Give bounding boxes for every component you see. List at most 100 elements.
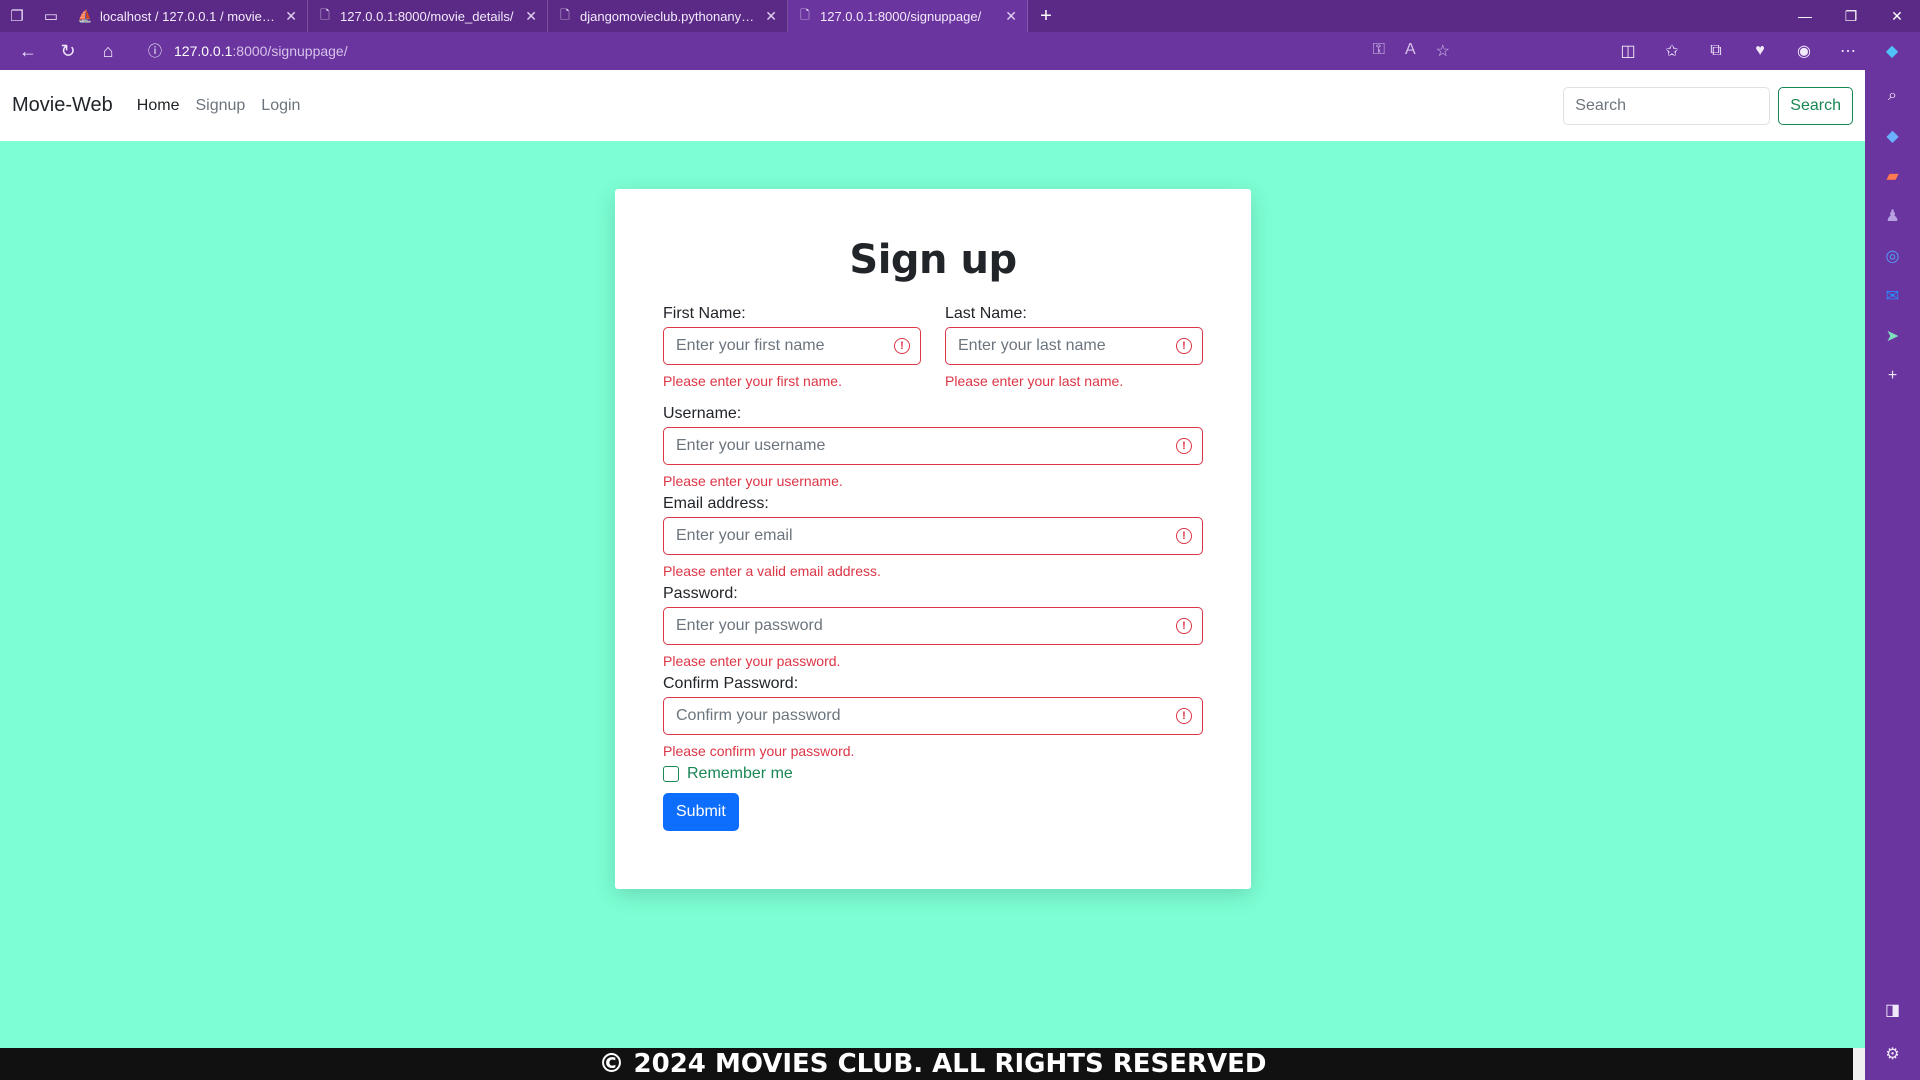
error-icon: !	[1176, 618, 1192, 634]
workspaces-icon[interactable]: ❐	[0, 0, 34, 32]
drop-icon[interactable]: ➤	[1873, 316, 1913, 356]
phpmyadmin-icon: ⛵	[77, 9, 93, 23]
last-name-label: Last Name:	[945, 305, 1027, 322]
password-input[interactable]	[663, 607, 1203, 645]
browser-tool-icons: ◫ ✩ ⧉ ♥ ◉ ⋯ ◆	[1606, 32, 1914, 70]
first-name-group: First Name: ! Please enter your first na…	[663, 305, 921, 393]
error-icon: !	[1176, 528, 1192, 544]
back-icon[interactable]: ←	[8, 32, 48, 70]
key-icon[interactable]: ⚿	[1373, 41, 1385, 61]
close-icon[interactable]: ✕	[525, 8, 537, 25]
error-icon: !	[1176, 438, 1192, 454]
first-name-error: Please enter your first name.	[663, 373, 842, 389]
last-name-input[interactable]	[945, 327, 1203, 365]
search-icon[interactable]: ⌕	[1873, 76, 1913, 116]
first-name-label: First Name:	[663, 305, 746, 322]
close-window-icon[interactable]: ✕	[1874, 0, 1920, 32]
browser-toolbar: ← ↻ ⌂ ⓘ 127.0.0.1:8000/signuppage/ ⚿ A ☆…	[0, 32, 1920, 70]
page-title: Sign up	[849, 237, 1017, 283]
web-page: Movie-Web Home Signup Login Search Sign …	[0, 70, 1865, 1080]
outlook-icon[interactable]: ✉	[1873, 276, 1913, 316]
nav-link-home[interactable]: Home	[137, 97, 180, 115]
tab-title: localhost / 127.0.0.1 / movies_db	[100, 8, 278, 24]
nav-links: Home Signup Login	[137, 97, 301, 115]
site-footer: © 2024 MOVIES CLUB. ALL RIGHTS RESERVED	[0, 1048, 1865, 1080]
performance-icon[interactable]: ♥	[1738, 32, 1782, 70]
confirm-password-label: Confirm Password:	[663, 675, 799, 692]
brand-logo[interactable]: Movie-Web	[12, 94, 113, 117]
search-form: Search	[1563, 86, 1853, 125]
search-input[interactable]	[1563, 86, 1771, 125]
url-host: 127.0.0.1	[174, 43, 233, 59]
tools-briefcase-icon[interactable]: ▰	[1873, 156, 1913, 196]
tab-actions-icon[interactable]: ▭	[34, 0, 68, 32]
confirm-password-input[interactable]	[663, 697, 1203, 735]
tab-title: 127.0.0.1:8000/signuppage/	[820, 8, 982, 24]
browser-tab-strip: ❐ ▭ ⛵ localhost / 127.0.0.1 / movies_db …	[0, 0, 1920, 32]
username-error: Please enter your username.	[663, 473, 843, 489]
tab-title: djangomovieclub.pythonanywhere	[580, 8, 758, 24]
email-group: Email address: ! Please enter a valid em…	[663, 495, 1203, 583]
url-path: :8000/signuppage/	[232, 43, 348, 59]
games-icon[interactable]: ♟	[1873, 196, 1913, 236]
page-icon: 🗋	[320, 7, 330, 22]
favorites-icon[interactable]: ✩	[1650, 32, 1694, 70]
remember-me-label[interactable]: Remember me	[687, 765, 793, 783]
tab-title: 127.0.0.1:8000/movie_details/	[340, 8, 514, 24]
close-icon[interactable]: ✕	[1005, 8, 1017, 25]
collections-icon[interactable]: ⧉	[1694, 32, 1738, 70]
refresh-icon[interactable]: ↻	[48, 32, 88, 70]
site-info-icon[interactable]: ⓘ	[148, 41, 162, 61]
browser-tab-movie-details[interactable]: 🗋 127.0.0.1:8000/movie_details/ ✕	[308, 0, 548, 32]
profile-avatar-icon[interactable]: ◉	[1782, 32, 1826, 70]
password-group: Password: ! Please enter your password.	[663, 585, 1203, 673]
search-button[interactable]: Search	[1778, 86, 1853, 125]
password-label: Password:	[663, 585, 738, 602]
shopping-tag-icon[interactable]: ◆	[1873, 116, 1913, 156]
window-controls: — ❐ ✕	[1782, 0, 1920, 32]
edge-sidebar: ⌕ ◆ ▰ ♟ ◎ ✉ ➤ + ◨ ⚙	[1865, 70, 1920, 1080]
page-icon: 🗋	[560, 7, 570, 22]
hide-sidebar-icon[interactable]: ◨	[1873, 990, 1913, 1030]
sidebar-settings-icon[interactable]: ⚙	[1873, 1034, 1913, 1074]
email-input[interactable]	[663, 517, 1203, 555]
signup-card: Sign up First Name: ! Please enter your …	[615, 189, 1251, 889]
email-error: Please enter a valid email address.	[663, 563, 881, 579]
last-name-error: Please enter your last name.	[945, 373, 1124, 389]
more-menu-icon[interactable]: ⋯	[1826, 32, 1870, 70]
address-bar[interactable]: ⓘ 127.0.0.1:8000/signuppage/ ⚿ A ☆	[134, 36, 1464, 66]
split-screen-icon[interactable]: ◫	[1606, 32, 1650, 70]
error-icon: !	[894, 338, 910, 354]
last-name-group: Last Name: ! Please enter your last name…	[945, 305, 1203, 393]
submit-button[interactable]: Submit	[663, 793, 739, 831]
add-sidebar-app-icon[interactable]: +	[1873, 356, 1913, 396]
nav-link-login[interactable]: Login	[261, 97, 300, 115]
page-scrollbar[interactable]	[1853, 1048, 1865, 1080]
nav-link-signup[interactable]: Signup	[195, 97, 245, 115]
browser-tab-signuppage[interactable]: 🗋 127.0.0.1:8000/signuppage/ ✕	[788, 0, 1028, 32]
error-icon: !	[1176, 338, 1192, 354]
favorite-star-icon[interactable]: ☆	[1436, 41, 1450, 61]
email-label: Email address:	[663, 495, 769, 512]
restore-icon[interactable]: ❐	[1828, 0, 1874, 32]
confirm-password-error: Please confirm your password.	[663, 743, 855, 759]
minimize-icon[interactable]: —	[1782, 0, 1828, 32]
microsoft-365-icon[interactable]: ◎	[1873, 236, 1913, 276]
browser-tab-pythonanywhere[interactable]: 🗋 djangomovieclub.pythonanywhere ✕	[548, 0, 788, 32]
first-name-input[interactable]	[663, 327, 921, 365]
remember-me-checkbox[interactable]	[663, 766, 679, 782]
home-icon[interactable]: ⌂	[88, 32, 128, 70]
password-error: Please enter your password.	[663, 653, 841, 669]
new-tab-button[interactable]: +	[1028, 0, 1064, 32]
username-label: Username:	[663, 405, 742, 422]
browser-tab-phpmyadmin[interactable]: ⛵ localhost / 127.0.0.1 / movies_db ✕	[68, 0, 308, 32]
close-icon[interactable]: ✕	[765, 8, 777, 25]
read-aloud-icon[interactable]: A	[1405, 41, 1416, 61]
remember-me-group: Remember me	[663, 765, 1203, 783]
site-navbar: Movie-Web Home Signup Login Search	[0, 70, 1865, 141]
close-icon[interactable]: ✕	[285, 8, 297, 25]
confirm-password-group: Confirm Password: ! Please confirm your …	[663, 675, 1203, 763]
username-group: Username: ! Please enter your username.	[663, 405, 1203, 493]
copilot-icon[interactable]: ◆	[1870, 32, 1914, 70]
username-input[interactable]	[663, 427, 1203, 465]
